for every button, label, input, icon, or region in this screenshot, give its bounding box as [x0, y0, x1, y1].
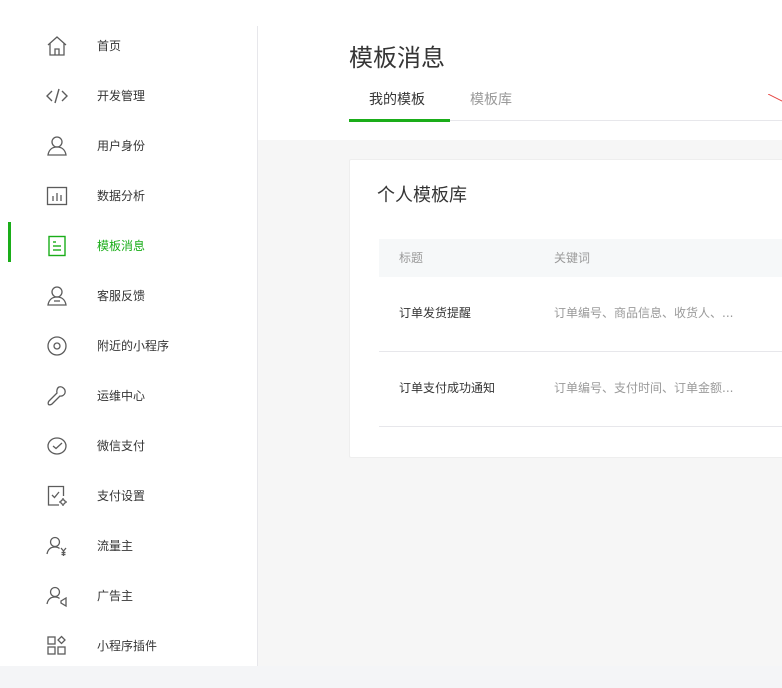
tab-my-templates[interactable]: 我的模板: [369, 90, 425, 110]
sidebar-item-payment-settings[interactable]: 支付设置: [8, 480, 257, 530]
sidebar: 首页 开发管理 用户身份 数据分析 模板消息 客服反馈 附近的小程序 运维中心 …: [8, 26, 258, 666]
sidebar-item-label: 用户身份: [97, 139, 146, 153]
row-title: 订单支付成功通知: [399, 381, 496, 395]
row-title: 订单发货提醒: [399, 306, 472, 320]
sidebar-item-ops-center[interactable]: 运维中心: [8, 380, 257, 430]
sidebar-item-label: 客服反馈: [97, 289, 146, 303]
tab-template-library[interactable]: 模板库: [470, 90, 512, 110]
sidebar-item-label: 广告主: [97, 589, 134, 603]
home-icon: [45, 34, 69, 58]
sidebar-item-label: 数据分析: [97, 189, 146, 203]
sidebar-item-traffic-owner[interactable]: 流量主: [8, 530, 257, 580]
row-keywords: 订单编号、支付时间、订单金额...: [554, 381, 734, 395]
sidebar-item-label: 模板消息: [97, 239, 146, 253]
template-library-card: 个人模板库 标题 关键词 订单发货提醒 订单编号、商品信息、收货人、... 订单…: [349, 159, 782, 458]
location-icon: [45, 334, 69, 358]
sidebar-item-template-message[interactable]: 模板消息: [8, 230, 257, 280]
table-row[interactable]: 订单支付成功通知 订单编号、支付时间、订单金额...: [379, 352, 782, 427]
tab-bar: 我的模板 模板库: [349, 84, 782, 122]
active-tab-underline: [349, 119, 450, 122]
row-keywords: 订单编号、商品信息、收货人、...: [554, 306, 734, 320]
page-header: 模板消息 我的模板 模板库: [258, 0, 782, 140]
main-content: 模板消息 我的模板 模板库 个人模板库 标题 关键词 订单发货提醒 订单编号、商…: [258, 0, 782, 666]
card-title: 个人模板库: [377, 185, 467, 206]
sidebar-item-label: 支付设置: [97, 489, 146, 503]
wechat-pay-icon: [45, 434, 69, 458]
code-icon: [45, 84, 69, 108]
chart-icon: [45, 184, 69, 208]
traffic-owner-icon: [45, 534, 69, 558]
sidebar-item-label: 开发管理: [97, 89, 146, 103]
sidebar-item-wechat-pay[interactable]: 微信支付: [8, 430, 257, 480]
customer-service-icon: [45, 284, 69, 308]
user-icon: [45, 134, 69, 158]
table-header: 标题 关键词: [379, 239, 782, 277]
sidebar-item-home[interactable]: 首页: [8, 30, 257, 80]
sidebar-item-label: 附近的小程序: [97, 339, 170, 353]
sidebar-item-label: 流量主: [97, 539, 134, 553]
plugins-icon: [45, 634, 69, 658]
page-title: 模板消息: [349, 44, 445, 73]
sidebar-item-label: 小程序插件: [97, 639, 158, 653]
column-header-title: 标题: [399, 251, 424, 265]
payment-settings-icon: [45, 484, 69, 508]
sidebar-item-user-identity[interactable]: 用户身份: [8, 130, 257, 180]
sidebar-item-nearby-miniprogram[interactable]: 附近的小程序: [8, 330, 257, 380]
column-header-keywords: 关键词: [554, 251, 591, 265]
sidebar-item-customer-service[interactable]: 客服反馈: [8, 280, 257, 330]
template-message-icon: [45, 234, 69, 258]
sidebar-item-label: 首页: [97, 39, 122, 53]
sidebar-item-data-analysis[interactable]: 数据分析: [8, 180, 257, 230]
advertiser-icon: [45, 584, 69, 608]
sidebar-item-label: 运维中心: [97, 389, 146, 403]
decorative-line: [768, 94, 782, 102]
sidebar-item-dev-management[interactable]: 开发管理: [8, 80, 257, 130]
sidebar-item-advertiser[interactable]: 广告主: [8, 580, 257, 630]
sidebar-item-label: 微信支付: [97, 439, 146, 453]
wrench-icon: [45, 384, 69, 408]
sidebar-item-plugins[interactable]: 小程序插件: [8, 630, 257, 680]
table-row[interactable]: 订单发货提醒 订单编号、商品信息、收货人、...: [379, 277, 782, 352]
